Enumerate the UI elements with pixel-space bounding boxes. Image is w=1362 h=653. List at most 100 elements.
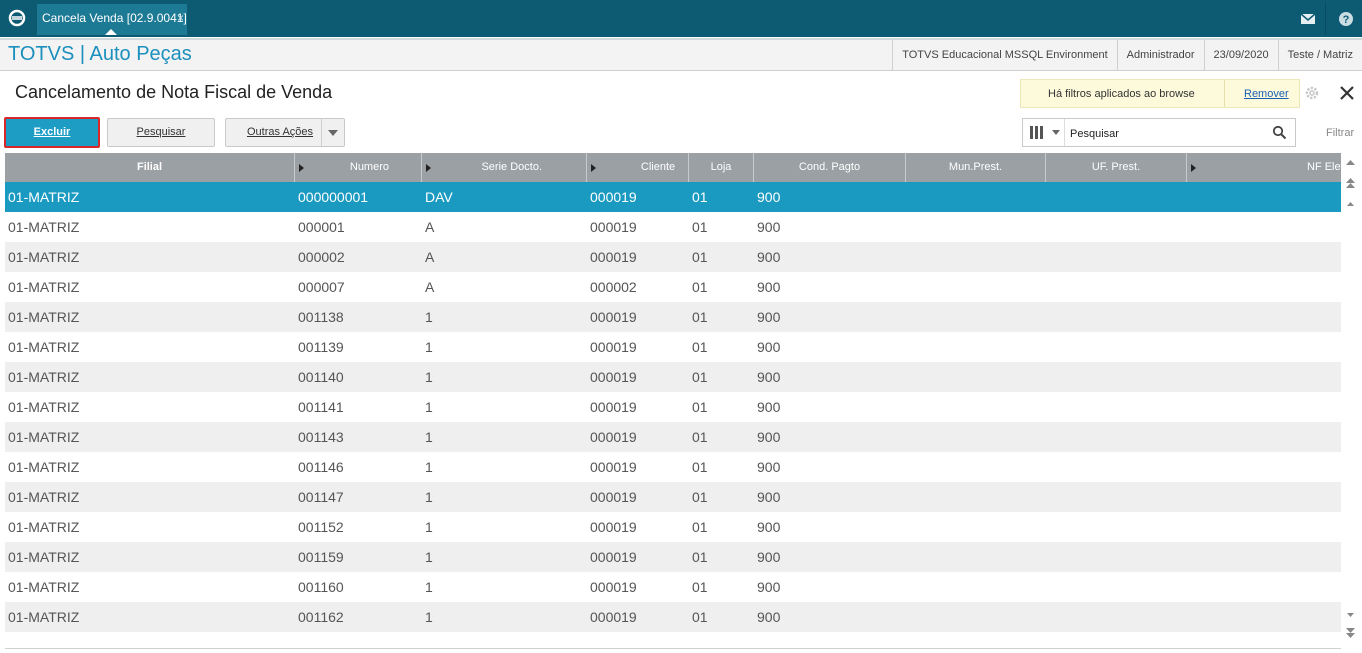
cell-numero: 000007 [298,279,345,295]
column-arrow-icon [299,164,304,172]
table-row[interactable]: 01-MATRIZ 001152 1 000019 01 900 [5,512,1341,542]
column-header-label: UF. Prest. [1091,161,1141,173]
scroll-page-up-icon[interactable] [1344,177,1357,191]
table-row[interactable]: 01-MATRIZ 001147 1 000019 01 900 [5,482,1341,512]
scroll-down-icon[interactable] [1344,608,1357,622]
totvs-logo-icon[interactable] [8,9,26,27]
cell-cond-pagto: 900 [757,249,781,265]
cell-serie: 1 [425,459,433,475]
column-header-label: Cond. Pagto [798,161,861,173]
grid-body: 01-MATRIZ 000000001 DAV 000019 01 900 01-MATRI… [5,182,1341,632]
cell-cliente: 000019 [590,399,637,415]
column-arrow-icon [591,164,596,172]
cell-loja: 01 [692,309,708,325]
table-row[interactable]: 01-MATRIZ 000001 A 000019 01 900 [5,212,1341,242]
table-row[interactable]: 01-MATRIZ 001141 1 000019 01 900 [5,392,1341,422]
cell-cond-pagto: 900 [757,309,781,325]
cell-loja: 01 [692,219,708,235]
cell-serie: 1 [425,429,433,445]
scroll-top-icon[interactable] [1344,157,1357,171]
table-row[interactable]: 01-MATRIZ 000007 A 000002 01 900 [5,272,1341,302]
filter-notice-divider [1224,80,1225,107]
cell-numero: 001143 [298,429,344,445]
column-arrow-icon [1191,164,1196,172]
table-row[interactable]: 01-MATRIZ 001162 1 000019 01 900 [5,602,1341,632]
search-input[interactable] [1068,123,1262,144]
cell-cond-pagto: 900 [757,519,781,535]
cell-loja: 01 [692,249,708,265]
filter-notice-text: Há filtros aplicados ao browse [1048,88,1195,100]
table-row[interactable]: 01-MATRIZ 001160 1 000019 01 900 [5,572,1341,602]
remove-filter-link[interactable]: Remover [1244,88,1289,100]
help-icon[interactable]: ? [1336,9,1356,29]
table-row[interactable]: 01-MATRIZ 001138 1 000019 01 900 [5,302,1341,332]
pesquisar-button[interactable]: Pesquisar [107,118,215,147]
scroll-up-icon[interactable] [1344,197,1357,211]
column-header-label: Cliente [640,161,676,173]
table-row[interactable]: 01-MATRIZ 000002 A 000019 01 900 [5,242,1341,272]
pesquisar-button-label: Pesquisar [136,126,186,138]
cell-serie: A [425,279,435,295]
cell-filial: 01-MATRIZ [8,519,80,535]
column-header-loja[interactable]: Loja [689,153,754,182]
table-row[interactable]: 01-MATRIZ 001159 1 000019 01 900 [5,542,1341,572]
search-icon[interactable] [1272,125,1287,140]
cell-cliente: 000002 [590,279,637,295]
tab-close-icon[interactable]: × [177,4,184,33]
column-header-filial[interactable]: Filial [5,153,295,182]
scroll-page-down-icon[interactable] [1344,626,1357,640]
filtrar-link[interactable]: Filtrar [1326,127,1354,139]
column-header-serie[interactable]: Serie Docto. [422,153,587,182]
close-icon[interactable] [1338,84,1356,102]
cell-cliente: 000019 [590,429,637,445]
cell-filial: 01-MATRIZ [8,309,80,325]
column-header-label: NF Elet [1307,161,1341,173]
cell-numero: 001159 [298,549,344,565]
environment-label: TOTVS Educacional MSSQL Environment [892,40,1116,71]
cell-filial: 01-MATRIZ [8,459,80,475]
outras-acoes-button[interactable]: Outras Ações [225,118,345,147]
cell-cond-pagto: 900 [757,399,781,415]
cell-numero: 001160 [298,579,344,595]
cell-cliente: 000019 [590,189,637,205]
mail-icon[interactable] [1298,9,1318,29]
column-header-label: Mun.Prest. [948,161,1003,173]
cell-cond-pagto: 900 [757,219,781,235]
vertical-scrollbar[interactable] [1341,153,1362,653]
column-header-label: Numero [349,161,389,173]
cell-serie: 1 [425,399,433,415]
cell-numero: 001147 [298,489,344,505]
column-header-cond-pagto[interactable]: Cond. Pagto [754,153,906,182]
cell-numero: 001162 [298,609,344,625]
app-title: TOTVS | Auto Peças [8,43,192,65]
table-row[interactable]: 01-MATRIZ 001140 1 000019 01 900 [5,362,1341,392]
cell-loja: 01 [692,459,708,475]
column-header-mun-prest[interactable]: Mun.Prest. [906,153,1046,182]
table-row[interactable]: 01-MATRIZ 001146 1 000019 01 900 [5,452,1341,482]
table-row[interactable]: 01-MATRIZ 000000001 DAV 000019 01 900 [5,182,1341,212]
table-row[interactable]: 01-MATRIZ 001139 1 000019 01 900 [5,332,1341,362]
chevron-down-icon[interactable] [321,119,344,146]
cell-numero: 001146 [298,459,344,475]
tab-cancela-venda[interactable]: Cancela Venda [02.9.0041] × [37,4,187,35]
cell-cond-pagto: 900 [757,489,781,505]
cell-filial: 01-MATRIZ [8,579,80,595]
cell-filial: 01-MATRIZ [8,249,80,265]
column-header-label: Filial [136,161,163,173]
table-row[interactable]: 01-MATRIZ 001143 1 000019 01 900 [5,422,1341,452]
excluir-button[interactable]: Excluir [4,117,100,148]
cell-loja: 01 [692,369,708,385]
cell-numero: 001140 [298,369,344,385]
column-header-cliente[interactable]: Cliente [587,153,689,182]
cell-filial: 01-MATRIZ [8,339,80,355]
session-info: TOTVS Educacional MSSQL Environment Admi… [892,40,1362,71]
cell-cliente: 000019 [590,219,637,235]
cell-serie: 1 [425,369,433,385]
column-selector[interactable] [1023,119,1065,146]
cell-serie: 1 [425,549,433,565]
gear-icon[interactable] [1303,84,1321,102]
cell-cliente: 000019 [590,579,637,595]
column-header-uf-prest[interactable]: UF. Prest. [1046,153,1187,182]
column-header-numero[interactable]: Numero [295,153,422,182]
column-header-nf-eletronica[interactable]: NF Elet [1187,153,1341,182]
